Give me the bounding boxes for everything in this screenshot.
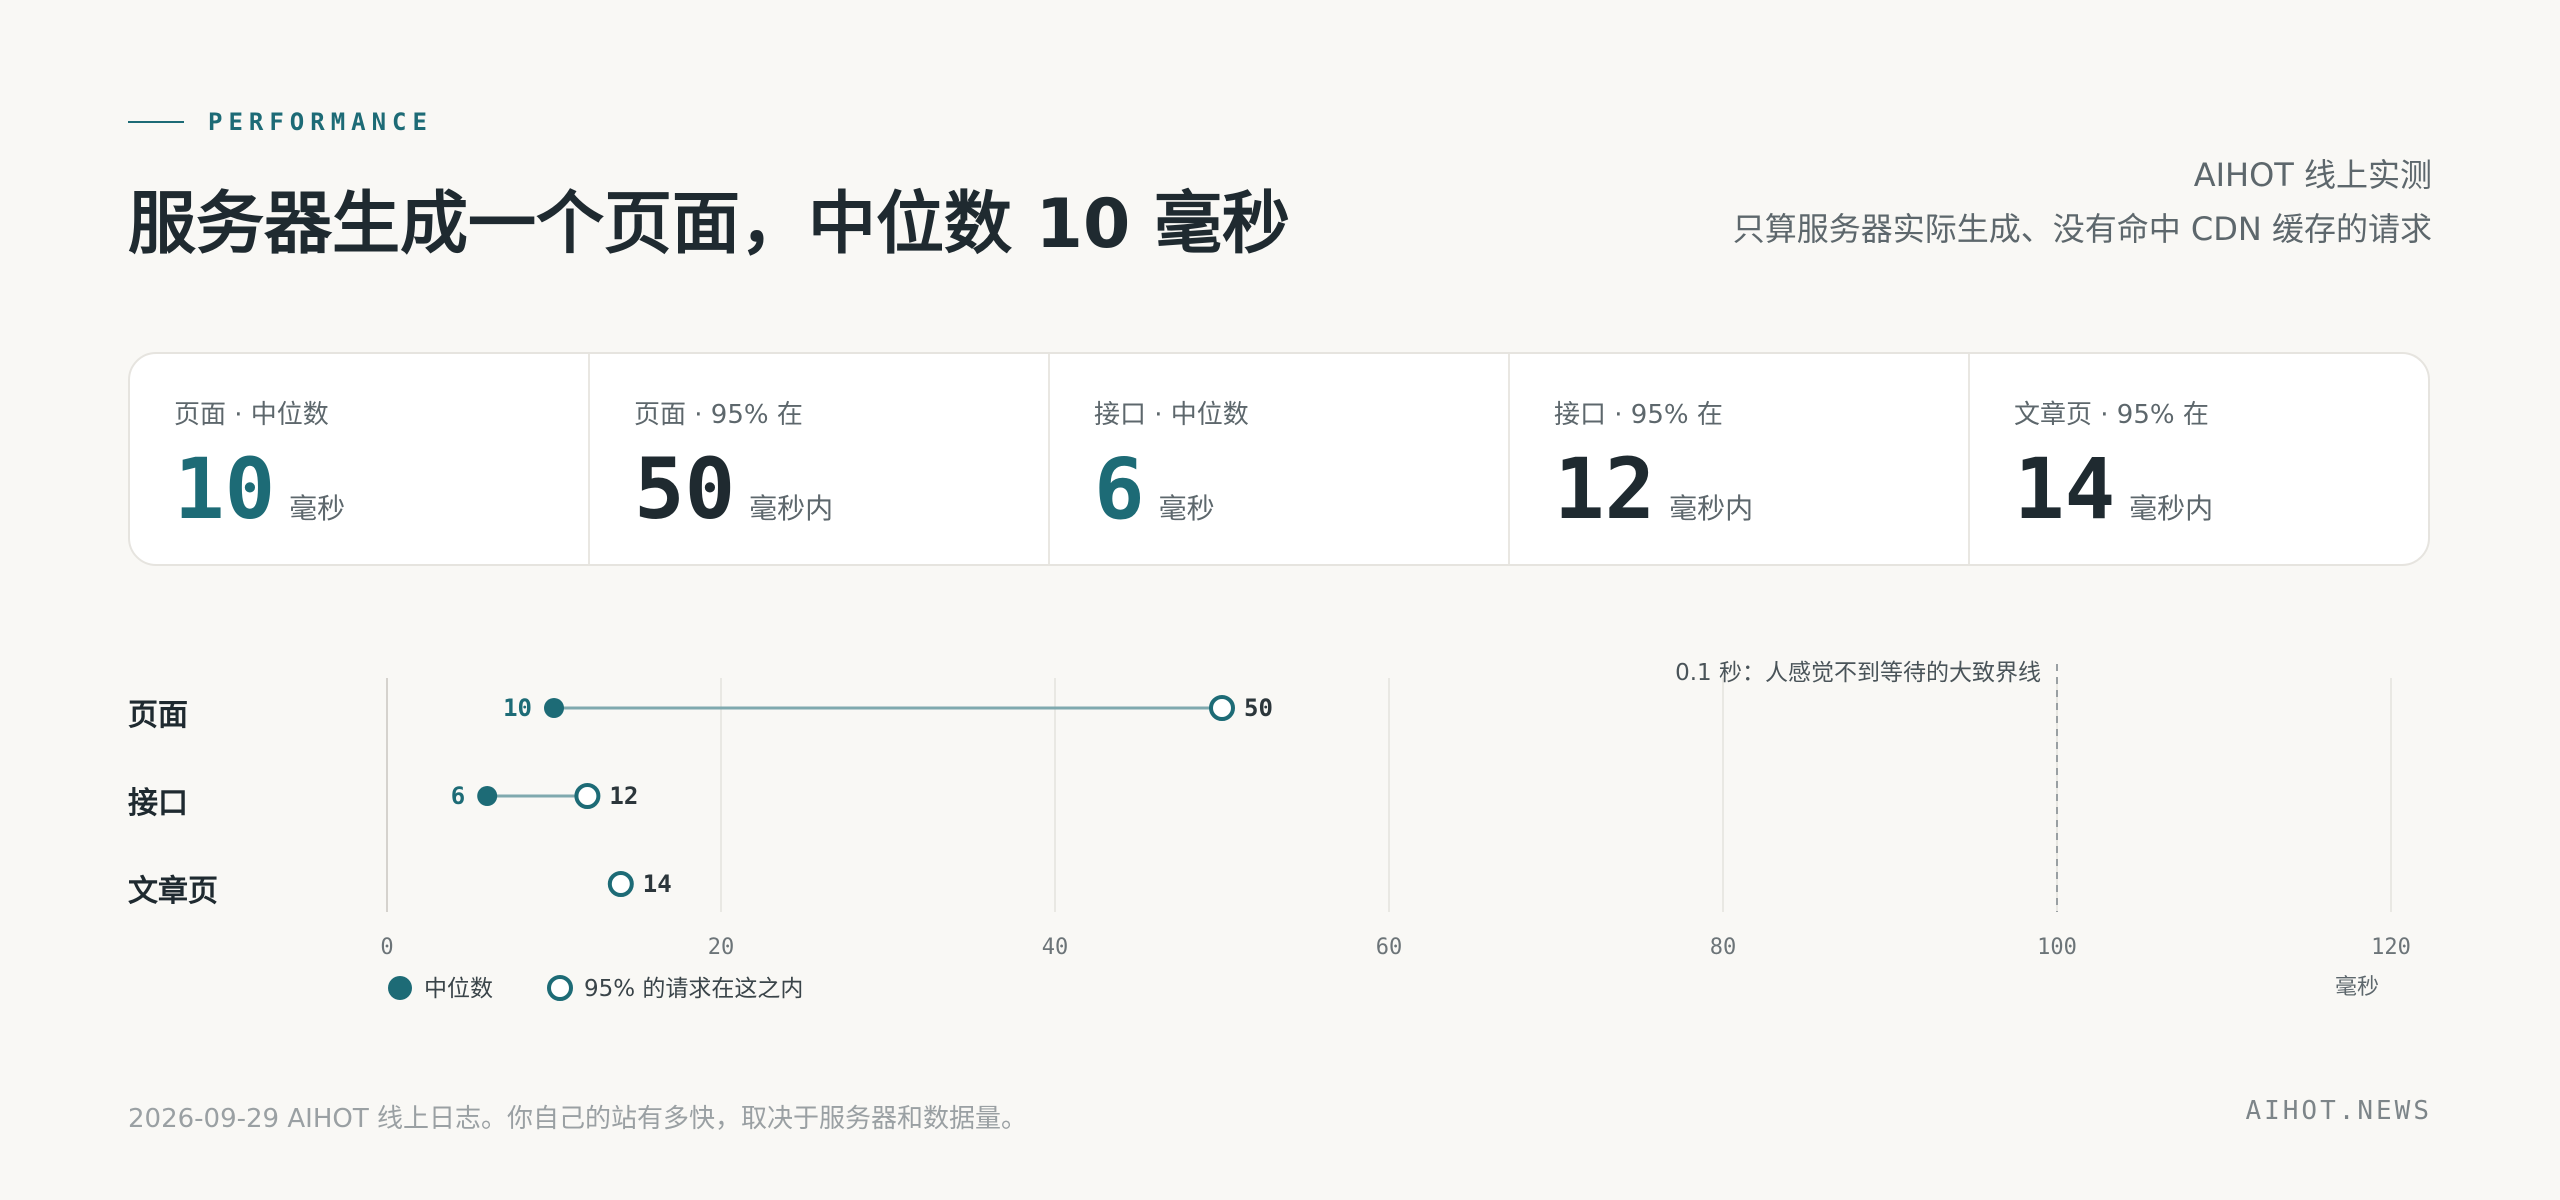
p95-point: [607, 871, 634, 897]
stat-card: 页面 · 中位数 10 毫秒: [130, 354, 590, 564]
stat-card: 页面 · 95% 在 50 毫秒内: [590, 354, 1050, 564]
legend-median-label: 中位数: [424, 976, 493, 1002]
eyebrow: PERFORMANCE: [128, 108, 433, 136]
stat-unit: 毫秒: [289, 492, 346, 525]
stat-card: 接口 · 中位数 6 毫秒: [1050, 354, 1510, 564]
stat-card: 接口 · 95% 在 12 毫秒内: [1510, 354, 1970, 564]
stats-panel: 页面 · 中位数 10 毫秒 页面 · 95% 在 50 毫秒内 接口 · 中位…: [128, 352, 2430, 566]
stat-value-row: 10 毫秒: [174, 447, 588, 531]
legend-p95-marker: [547, 975, 573, 1001]
dumbbell-chart: 页面 接口 文章页 0 20 40 60 80 100 120 0.1 秒：人感觉不到等待的大…: [0, 640, 2560, 1020]
subtitle-line-1: AIHOT 线上实测: [2193, 156, 2432, 194]
stat-unit: 毫秒内: [1669, 492, 1754, 525]
subtitle: AIHOT 线上实测 只算服务器实际生成、没有命中 CDN 缓存的请求: [1733, 148, 2432, 256]
x-tick-label: 80: [1710, 935, 1737, 960]
stat-value-row: 50 毫秒内: [634, 447, 1048, 531]
median-point: [544, 698, 564, 718]
reference-line-label: 0.1 秒：人感觉不到等待的大致界线: [1675, 660, 2041, 686]
page-title: 服务器生成一个页面，中位数 10 毫秒: [128, 185, 1290, 264]
stat-unit: 毫秒内: [749, 492, 834, 525]
eyebrow-text: PERFORMANCE: [208, 108, 433, 136]
stat-label: 接口 · 95% 在: [1554, 400, 1723, 430]
median-value-label: 10: [503, 694, 532, 722]
stat-value: 10: [174, 440, 276, 538]
p95-value-label: 12: [609, 782, 638, 810]
footer-brand: AIHOT.NEWS: [2245, 1096, 2432, 1126]
stat-value: 12: [1554, 440, 1656, 538]
median-value-label: 6: [451, 782, 465, 810]
stat-value: 6: [1094, 440, 1145, 538]
stat-label: 页面 · 中位数: [174, 400, 329, 430]
legend-median-marker: [388, 976, 412, 1000]
subtitle-line-2: 只算服务器实际生成、没有命中 CDN 缓存的请求: [1732, 210, 2432, 248]
chart-svg: 0 20 40 60 80 100 120 0.1 秒：人感觉不到等待的大致界线毫秒 10 50 6…: [380, 660, 2411, 1002]
stat-unit: 毫秒: [1158, 492, 1215, 525]
x-tick-label: 0: [380, 935, 393, 960]
legend-p95-label: 95% 的请求在这之内: [584, 976, 803, 1002]
stat-value-row: 6 毫秒: [1094, 447, 1508, 531]
eyebrow-rule: [128, 121, 184, 123]
stat-value-row: 14 毫秒内: [2014, 447, 2428, 531]
x-tick-label: 40: [1042, 935, 1069, 960]
p95-point: [1209, 695, 1235, 721]
p95-point: [574, 783, 601, 809]
x-tick-label: 120: [2371, 935, 2411, 960]
x-axis-label: 毫秒: [2335, 975, 2379, 1000]
stat-label: 接口 · 中位数: [1094, 400, 1249, 430]
stat-label: 文章页 · 95% 在: [2014, 400, 2209, 430]
stat-value-row: 12 毫秒内: [1554, 447, 1968, 531]
x-tick-label: 20: [708, 935, 735, 960]
stat-card: 文章页 · 95% 在 14 毫秒内: [1970, 354, 2428, 564]
p95-value-label: 50: [1244, 694, 1273, 722]
footer-note: 2026-09-29 AIHOT 线上日志。你自己的站有多快，取决于服务器和数据…: [128, 1104, 1027, 1134]
x-tick-label: 100: [2037, 935, 2077, 960]
stat-value: 14: [2014, 440, 2116, 538]
stat-label: 页面 · 95% 在: [634, 400, 803, 430]
median-point: [477, 786, 498, 806]
x-tick-label: 60: [1376, 935, 1403, 960]
stat-unit: 毫秒内: [2129, 492, 2214, 525]
stat-value: 50: [634, 440, 736, 538]
p95-value-label: 14: [643, 870, 672, 898]
